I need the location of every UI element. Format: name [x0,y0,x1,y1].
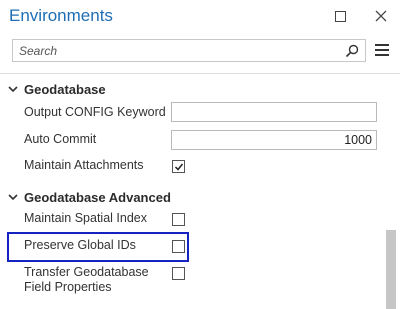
hamburger-menu-icon[interactable] [374,42,390,58]
row-label-maintain-spatial-index: Maintain Spatial Index [24,211,147,225]
scrollbar-thumb[interactable] [386,230,396,309]
checkmark-icon [174,163,183,171]
search-box[interactable] [12,39,366,62]
row-label-auto-commit: Auto Commit [24,132,97,146]
pane-title: Environments [9,6,113,25]
chevron-down-icon [6,190,20,204]
output-config-keyword-field[interactable] [171,102,377,122]
maximize-icon [334,10,346,22]
group-header-geodatabase-advanced[interactable]: Geodatabase Advanced [0,187,171,207]
preserve-global-ids-checkbox[interactable] [172,240,185,253]
maximize-button[interactable] [330,6,350,26]
chevron-down-icon [6,82,20,96]
row-label-preserve-global-ids: Preserve Global IDs [24,238,136,252]
auto-commit-field[interactable] [171,130,377,150]
group-header-next[interactable] [0,302,20,309]
maintain-attachments-checkbox[interactable] [172,160,185,173]
environment-list: Geodatabase Output CONFIG Keyword Auto C… [0,74,384,309]
search-icon[interactable] [344,43,360,59]
chevron-down-icon [6,305,20,309]
row-label-maintain-attachments: Maintain Attachments [24,158,144,172]
group-header-geodatabase[interactable]: Geodatabase [0,79,106,99]
close-icon [375,10,387,22]
group-title: Geodatabase Advanced [24,189,171,205]
maintain-spatial-index-checkbox[interactable] [172,213,185,226]
transfer-field-properties-checkbox[interactable] [172,267,185,280]
row-label-output-config-keyword: Output CONFIG Keyword [24,105,166,119]
close-button[interactable] [371,6,391,26]
group-title: Geodatabase [24,81,106,97]
row-label-transfer-geodatabase-field-properties: Transfer Geodatabase Field Properties [24,265,149,294]
search-input[interactable] [19,43,339,59]
title-bar: Environments [0,0,400,34]
